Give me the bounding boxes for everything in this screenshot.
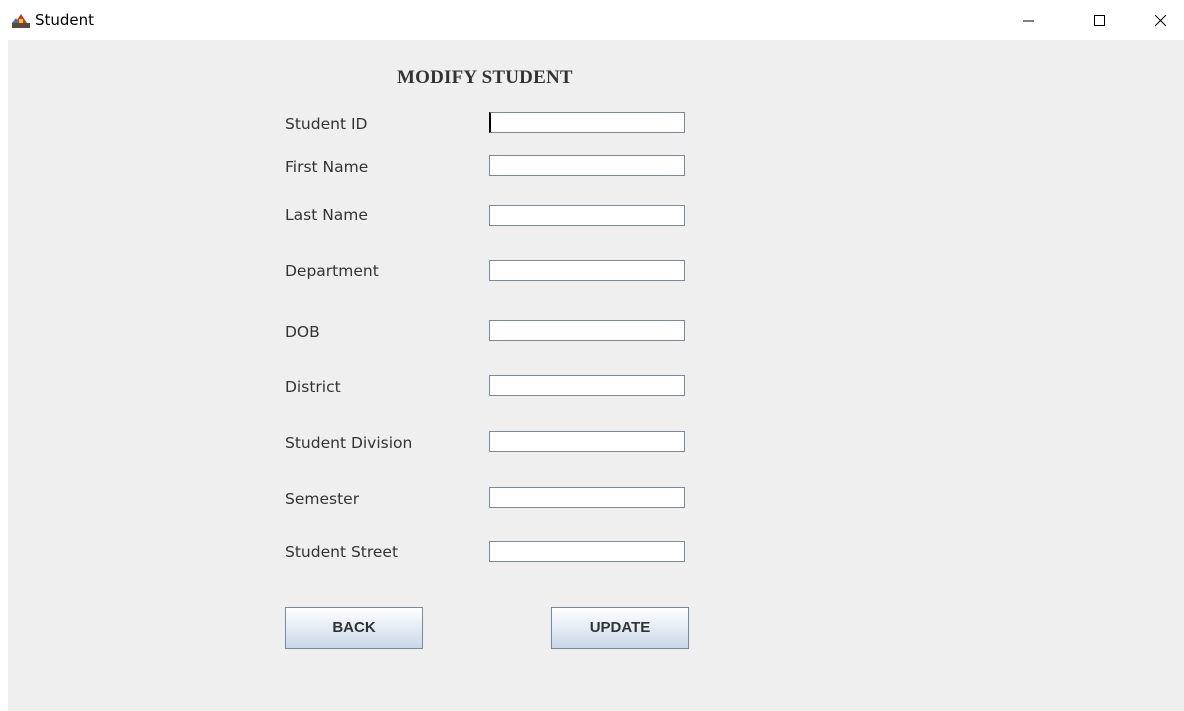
close-icon xyxy=(1155,15,1167,27)
close-button[interactable] xyxy=(1138,0,1184,40)
department-label: Department xyxy=(285,262,379,280)
student-street-label: Student Street xyxy=(285,543,399,561)
department-input[interactable] xyxy=(489,260,685,281)
student-window: Student MODIFY STUDENT Student ID First … xyxy=(0,0,1184,711)
form-title: MODIFY STUDENT xyxy=(397,67,573,88)
student-street-input[interactable] xyxy=(489,541,685,562)
last-name-label: Last Name xyxy=(285,206,368,224)
title-bar[interactable]: Student xyxy=(0,0,1184,40)
maximize-icon xyxy=(1094,15,1105,26)
semester-input[interactable] xyxy=(489,487,685,508)
first-name-input[interactable] xyxy=(489,155,685,176)
minimize-icon xyxy=(1023,20,1034,22)
window-title: Student xyxy=(35,11,95,29)
maximize-button[interactable] xyxy=(1077,0,1123,40)
dob-label: DOB xyxy=(285,323,320,341)
district-input[interactable] xyxy=(489,375,685,396)
student-id-label: Student ID xyxy=(285,115,368,133)
semester-label: Semester xyxy=(285,490,360,508)
district-label: District xyxy=(285,378,341,396)
form-panel: MODIFY STUDENT Student ID First Name Las… xyxy=(8,40,1184,711)
student-division-label: Student Division xyxy=(285,434,413,452)
last-name-input[interactable] xyxy=(489,205,685,226)
first-name-label: First Name xyxy=(285,158,369,176)
minimize-button[interactable] xyxy=(1006,0,1052,40)
update-button[interactable]: UPDATE xyxy=(551,607,689,649)
student-division-input[interactable] xyxy=(489,431,685,452)
back-button[interactable]: BACK xyxy=(285,607,423,649)
student-id-input[interactable] xyxy=(489,112,685,133)
java-app-icon xyxy=(12,12,30,28)
dob-input[interactable] xyxy=(489,320,685,341)
